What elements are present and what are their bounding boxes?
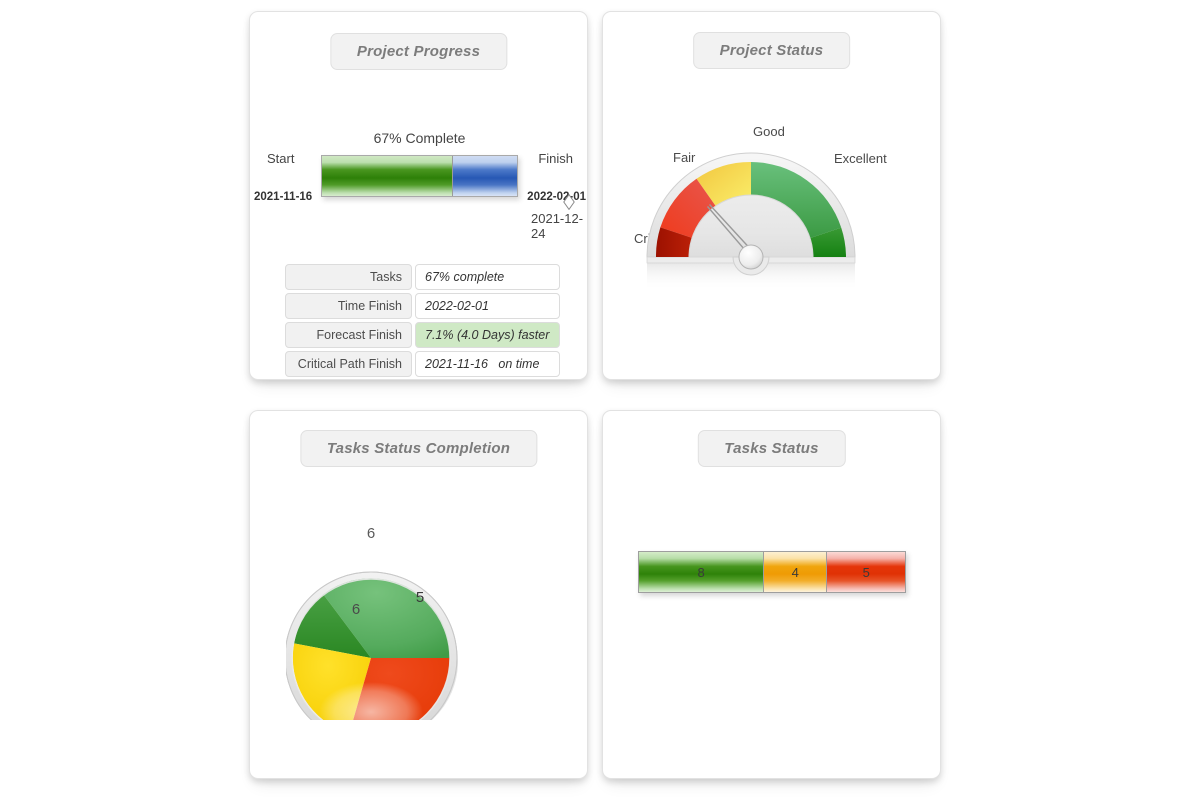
gauge-graphic xyxy=(646,152,856,291)
progress-table-key: Critical Path Finish xyxy=(285,351,412,377)
panel-title-project-status: Project Status xyxy=(692,32,851,69)
progress-table-value: 2022-02-01 xyxy=(415,293,560,319)
progress-table-row: Critical Path Finish 2021-11-16 on time xyxy=(285,351,560,377)
progress-table-key: Forecast Finish xyxy=(285,322,412,348)
progress-marker-diamond-icon xyxy=(563,194,575,210)
tasks-status-bar-chart: 8 4 5 xyxy=(603,530,942,610)
progress-table-value: 7.1% (4.0 Days) faster xyxy=(415,322,560,348)
panel-tasks-status: Tasks Status 8 4 5 Completed Tasks8Tasks… xyxy=(602,410,941,779)
progress-details-table: Tasks 67% complete Time Finish 2022-02-01 Fo… xyxy=(285,264,560,380)
progress-start-label: Start xyxy=(267,151,295,166)
progress-table-value: 2021-11-16 on time xyxy=(415,351,560,377)
progress-table-key: Time Finish xyxy=(285,293,412,319)
progress-start-date: 2021-11-16 xyxy=(254,191,313,203)
pie-slice-label-green: 6 xyxy=(367,525,375,542)
pie-slice-label-yellow: 6 xyxy=(352,601,360,618)
progress-marker-date: 2021-12-24 xyxy=(531,211,584,241)
pie-slice-label-red: 5 xyxy=(416,589,424,606)
pie-graphic: 6 6 5 xyxy=(284,525,458,745)
tasks-status-segment-in-progress: 4 xyxy=(763,552,827,592)
panel-project-progress: Project Progress 67% Complete Start Fini… xyxy=(249,11,588,380)
progress-table-row: Tasks 67% complete xyxy=(285,264,560,290)
panel-tasks-status-completion: Tasks Status Completion 6 6 5 xyxy=(249,410,588,779)
tasks-completion-pie-chart: 6 6 5 xyxy=(284,480,552,745)
progress-table-value: 67% complete xyxy=(415,264,560,290)
progress-table-key: Tasks xyxy=(285,264,412,290)
tasks-status-stacked-bar: 8 4 5 xyxy=(638,551,906,593)
tasks-status-segment-not-started: 5 xyxy=(826,552,905,592)
progress-finish-label: Finish xyxy=(538,151,573,166)
panel-project-status: Project Status Good Fair Excellent Criti… xyxy=(602,11,941,380)
panel-title-tasks-status: Tasks Status xyxy=(697,430,846,467)
progress-bar-remaining xyxy=(452,156,517,196)
project-progress-chart: 67% Complete Start Finish 2021-11-16 202… xyxy=(250,12,589,242)
progress-bar-complete xyxy=(322,156,453,196)
progress-percent-label: 67% Complete xyxy=(373,130,466,146)
panel-title-tasks-status-completion: Tasks Status Completion xyxy=(299,430,538,467)
progress-table-row: Forecast Finish 7.1% (4.0 Days) faster xyxy=(285,322,560,348)
progress-table-row: Time Finish 2022-02-01 xyxy=(285,293,560,319)
progress-bar-track xyxy=(321,155,518,197)
dashboard-root: Project Progress 67% Complete Start Fini… xyxy=(0,0,1200,801)
project-status-gauge: Good Fair Excellent Critical xyxy=(625,107,920,297)
tasks-status-segment-completed: 8 xyxy=(639,552,764,592)
progress-finish-date: 2022-02-01 xyxy=(527,191,586,203)
